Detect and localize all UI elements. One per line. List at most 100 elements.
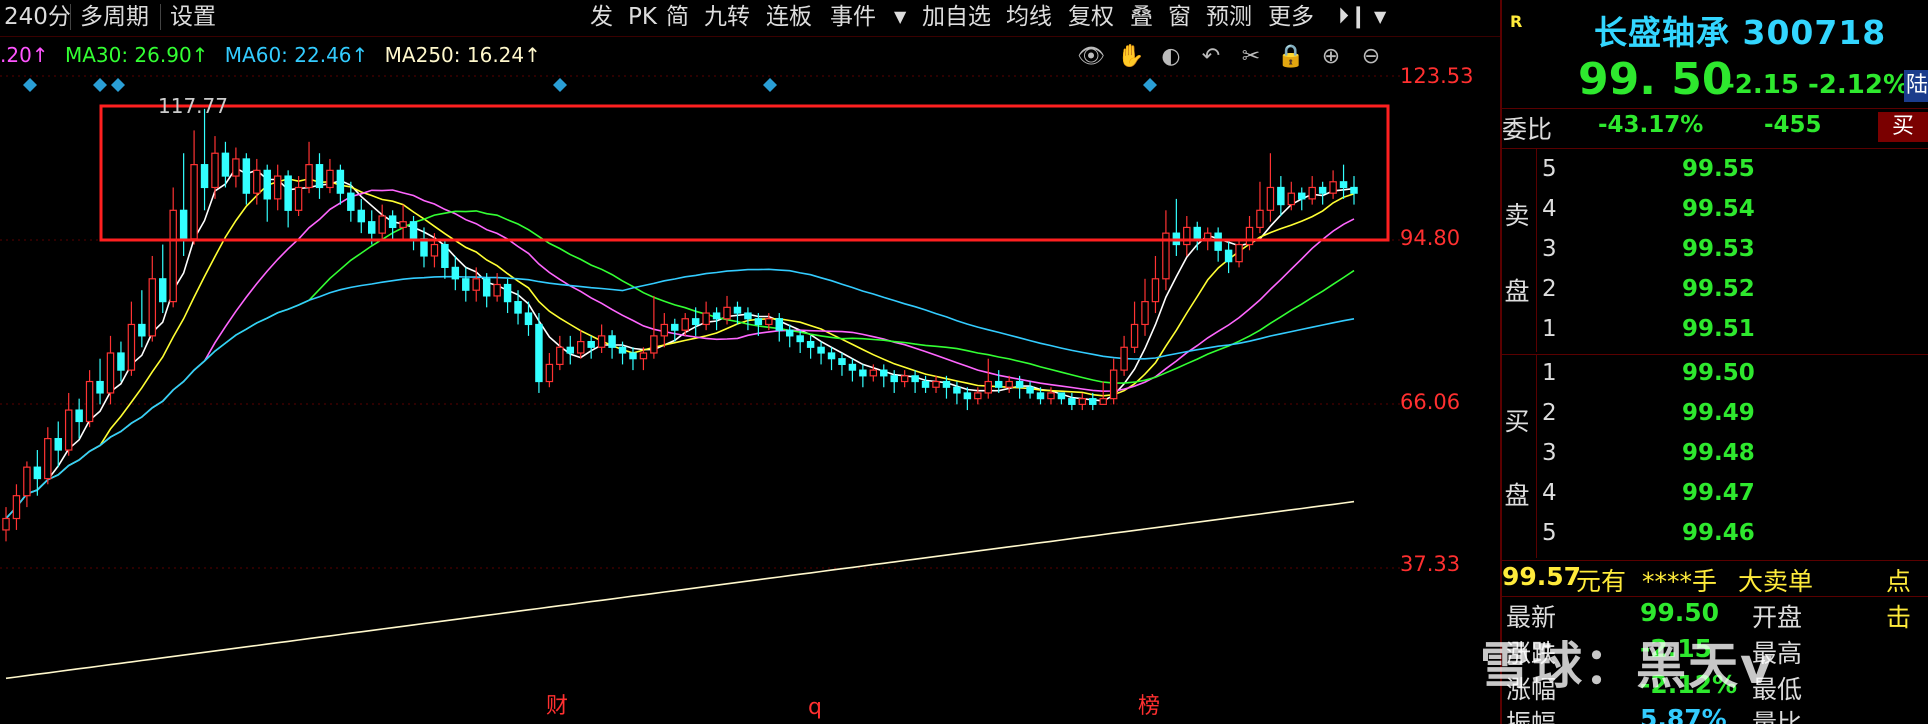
candle[interactable] (75, 398, 83, 439)
candle[interactable] (378, 204, 386, 239)
sell-row[interactable]: 1 99.51 (1502, 316, 1928, 354)
candle[interactable] (1109, 358, 1118, 405)
candle[interactable] (556, 335, 564, 371)
candle[interactable] (650, 295, 658, 359)
add-watchlist-button[interactable]: 加自选 (918, 2, 995, 32)
event-marker-finance[interactable]: 财 (546, 688, 568, 720)
chevron-down-icon[interactable]: ▼ (1370, 2, 1390, 32)
candle[interactable] (911, 370, 919, 393)
candle[interactable] (796, 330, 804, 353)
buy-row[interactable]: 2 99.49 (1502, 400, 1928, 438)
candle[interactable] (963, 387, 972, 411)
candle[interactable] (409, 216, 418, 251)
event-diamond-icon[interactable] (23, 78, 37, 92)
candle[interactable] (702, 301, 710, 331)
candle[interactable] (482, 273, 491, 308)
candle[interactable] (921, 375, 930, 393)
candle[interactable] (148, 255, 157, 342)
events-dropdown-icon[interactable]: ▼ (890, 2, 910, 32)
candle[interactable] (1245, 216, 1254, 251)
candle[interactable] (399, 204, 407, 239)
candle[interactable] (1078, 392, 1087, 411)
candle[interactable] (85, 370, 94, 428)
candle[interactable] (785, 324, 794, 348)
candle[interactable] (608, 330, 616, 359)
candle[interactable] (12, 484, 21, 530)
candle[interactable] (1318, 181, 1327, 205)
lock-icon[interactable]: 🔒 (1276, 42, 1306, 72)
big-order-click[interactable]: 点击 (1886, 562, 1928, 634)
candle[interactable] (1256, 181, 1264, 234)
more-button[interactable]: 更多 (1264, 2, 1318, 32)
buy-row[interactable]: 4 99.47 (1502, 480, 1928, 518)
candle[interactable] (535, 313, 543, 393)
candle[interactable] (357, 198, 366, 234)
candle[interactable] (932, 375, 940, 393)
event-marker-rank[interactable]: 榜 (1138, 688, 1160, 720)
candle[interactable] (169, 187, 177, 308)
candle[interactable] (1172, 198, 1181, 256)
buy-row[interactable]: 3 99.48 (1502, 440, 1928, 478)
event-diamond-icon[interactable] (111, 78, 125, 92)
candle[interactable] (305, 141, 313, 194)
zoom-out-icon[interactable]: ⊖ (1356, 42, 1386, 72)
play-icon[interactable]: ◐ (1156, 42, 1186, 72)
candle[interactable] (1162, 210, 1170, 291)
candle[interactable] (744, 307, 752, 331)
forecast-button[interactable]: 预测 (1202, 2, 1256, 32)
candle[interactable] (1329, 170, 1337, 199)
candle[interactable] (1183, 216, 1191, 256)
hand-icon[interactable]: ✋ (1116, 42, 1146, 72)
candle[interactable] (1224, 238, 1233, 274)
limit-up-streak-button[interactable]: 连板 (762, 2, 816, 32)
period-240min-button[interactable]: 240分 (0, 2, 75, 32)
candle[interactable] (472, 267, 480, 302)
event-diamond-icon[interactable] (763, 78, 777, 92)
big-order-row[interactable]: 99.57 元有 ****手 大卖单 点击 (1502, 562, 1928, 632)
candle[interactable] (138, 290, 146, 348)
sell-row[interactable]: 5 99.55 (1502, 156, 1928, 194)
sell-row[interactable]: 3 99.53 (1502, 236, 1928, 274)
collapse-icon[interactable]: ⏵❙ (1334, 2, 1371, 32)
sell-row[interactable]: 4 99.54 (1502, 196, 1928, 234)
candle[interactable] (576, 330, 585, 359)
candle[interactable] (880, 364, 888, 388)
zoom-in-icon[interactable]: ⊕ (1316, 42, 1346, 72)
settings-button[interactable]: 设置 (166, 2, 220, 32)
eye-icon[interactable]: 👁 (1076, 42, 1106, 72)
candle[interactable] (54, 421, 62, 468)
candle[interactable] (273, 164, 282, 211)
candle[interactable] (1350, 176, 1358, 205)
candle[interactable] (1151, 255, 1160, 314)
ma-button[interactable]: 均线 (1002, 2, 1056, 32)
candle[interactable] (1308, 176, 1316, 205)
candle[interactable] (242, 153, 251, 205)
candle[interactable] (859, 364, 867, 388)
candle[interactable] (566, 335, 575, 365)
candle[interactable] (775, 313, 784, 342)
candle[interactable] (96, 358, 104, 405)
buy-row[interactable]: 5 99.46 (1502, 520, 1928, 558)
candle[interactable] (200, 108, 209, 211)
event-diamond-icon[interactable] (93, 78, 107, 92)
candle[interactable] (587, 335, 595, 359)
candle[interactable] (1235, 238, 1243, 268)
candle[interactable] (503, 278, 512, 314)
candle[interactable] (900, 370, 909, 388)
candle[interactable] (1130, 301, 1139, 353)
event-marker-q[interactable]: q (808, 695, 822, 720)
candle[interactable] (1298, 187, 1306, 211)
candle[interactable] (1214, 227, 1222, 262)
candle[interactable] (2, 507, 10, 542)
buy-row[interactable]: 1 99.50 (1502, 360, 1928, 398)
candle[interactable] (284, 170, 292, 228)
candle[interactable] (712, 307, 721, 331)
candle[interactable] (1120, 335, 1128, 376)
candle[interactable] (106, 335, 115, 405)
candle[interactable] (806, 335, 815, 359)
candle[interactable] (117, 341, 125, 382)
candle[interactable] (441, 238, 449, 279)
multi-period-button[interactable]: 多周期 (76, 2, 153, 32)
candle[interactable] (1339, 164, 1348, 199)
candle[interactable] (159, 244, 167, 314)
